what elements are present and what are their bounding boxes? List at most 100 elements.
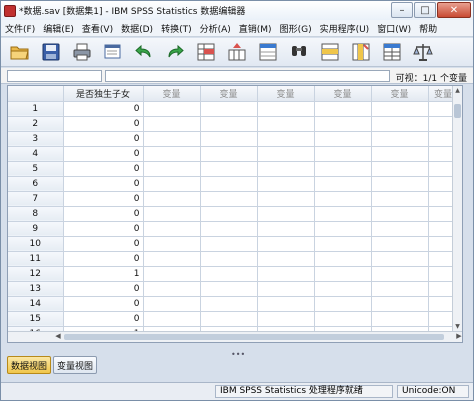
column-header-empty[interactable]: 变量 [257, 86, 315, 102]
empty-cell[interactable] [371, 221, 429, 237]
empty-cell[interactable] [314, 116, 372, 132]
tab-data-view[interactable]: 数据视图 [7, 356, 52, 374]
menu-utilities[interactable]: 实用程序(U) [316, 22, 374, 35]
column-header-empty[interactable]: 变量 [200, 86, 258, 102]
empty-cell[interactable] [257, 146, 315, 162]
empty-cell[interactable] [257, 206, 315, 222]
empty-cell[interactable] [257, 131, 315, 147]
data-cell[interactable]: 0 [63, 116, 144, 132]
empty-cell[interactable] [143, 236, 201, 252]
empty-cell[interactable] [200, 266, 258, 282]
scroll-left-icon[interactable]: ◀ [53, 332, 63, 342]
row-number[interactable]: 4 [8, 146, 64, 162]
menu-direct-marketing[interactable]: 直销(M) [235, 22, 276, 35]
tab-variable-view[interactable]: 变量视图 [53, 356, 98, 374]
insert-cases-icon[interactable] [319, 41, 341, 63]
empty-cell[interactable] [200, 191, 258, 207]
row-number[interactable]: 14 [8, 296, 64, 312]
goto-variable-icon[interactable] [226, 41, 248, 63]
empty-cell[interactable] [314, 161, 372, 177]
empty-cell[interactable] [371, 161, 429, 177]
empty-cell[interactable] [200, 221, 258, 237]
data-cell[interactable]: 0 [63, 206, 144, 222]
row-number[interactable]: 7 [8, 191, 64, 207]
data-cell[interactable]: 0 [63, 131, 144, 147]
data-cell[interactable]: 0 [63, 146, 144, 162]
empty-cell[interactable] [371, 116, 429, 132]
data-cell[interactable]: 0 [63, 296, 144, 312]
menu-edit[interactable]: 编辑(E) [39, 22, 78, 35]
row-number[interactable]: 11 [8, 251, 64, 267]
empty-cell[interactable] [257, 296, 315, 312]
empty-cell[interactable] [314, 191, 372, 207]
empty-cell[interactable] [314, 311, 372, 327]
empty-cell[interactable] [314, 266, 372, 282]
empty-cell[interactable] [314, 146, 372, 162]
empty-cell[interactable] [314, 236, 372, 252]
empty-cell[interactable] [314, 176, 372, 192]
empty-cell[interactable] [143, 146, 201, 162]
empty-cell[interactable] [143, 161, 201, 177]
open-folder-icon[interactable] [9, 41, 31, 63]
empty-cell[interactable] [200, 281, 258, 297]
scroll-right-icon[interactable]: ▶ [454, 332, 462, 342]
empty-cell[interactable] [371, 191, 429, 207]
empty-cell[interactable] [371, 146, 429, 162]
empty-cell[interactable] [257, 161, 315, 177]
empty-cell[interactable] [371, 281, 429, 297]
empty-cell[interactable] [143, 221, 201, 237]
close-button[interactable]: ✕ [437, 2, 471, 18]
vertical-scrollbar[interactable]: ▲ ▼ [452, 86, 462, 332]
empty-cell[interactable] [314, 221, 372, 237]
empty-cell[interactable] [143, 116, 201, 132]
save-icon[interactable] [40, 41, 62, 63]
column-header-variable[interactable]: 是否独生子女 [63, 86, 144, 102]
menu-graphs[interactable]: 图形(G) [276, 22, 316, 35]
empty-cell[interactable] [314, 296, 372, 312]
empty-cell[interactable] [257, 266, 315, 282]
menu-analyze[interactable]: 分析(A) [196, 22, 235, 35]
empty-cell[interactable] [257, 311, 315, 327]
data-cell[interactable]: 1 [63, 266, 144, 282]
row-number[interactable]: 12 [8, 266, 64, 282]
menu-help[interactable]: 帮助 [415, 22, 441, 35]
find-icon[interactable] [288, 41, 310, 63]
empty-cell[interactable] [143, 131, 201, 147]
scroll-down-icon[interactable]: ▼ [454, 323, 461, 331]
empty-cell[interactable] [143, 311, 201, 327]
empty-cell[interactable] [257, 191, 315, 207]
undo-icon[interactable] [133, 41, 155, 63]
minimize-button[interactable]: – [391, 2, 413, 18]
cell-reference-field[interactable] [7, 70, 102, 82]
empty-cell[interactable] [200, 311, 258, 327]
empty-cell[interactable] [257, 176, 315, 192]
empty-cell[interactable] [143, 281, 201, 297]
empty-cell[interactable] [371, 311, 429, 327]
empty-cell[interactable] [314, 251, 372, 267]
empty-cell[interactable] [143, 191, 201, 207]
empty-cell[interactable] [371, 101, 429, 117]
column-header-empty[interactable]: 变量 [143, 86, 201, 102]
column-header-empty[interactable]: 变量 [314, 86, 372, 102]
empty-cell[interactable] [200, 161, 258, 177]
empty-cell[interactable] [200, 296, 258, 312]
menu-file[interactable]: 文件(F) [1, 22, 39, 35]
empty-cell[interactable] [257, 116, 315, 132]
empty-cell[interactable] [314, 206, 372, 222]
horizontal-scrollbar[interactable]: ◀ ▶ [8, 331, 462, 342]
empty-cell[interactable] [314, 281, 372, 297]
variables-icon[interactable] [257, 41, 279, 63]
empty-cell[interactable] [200, 236, 258, 252]
grid-corner[interactable] [8, 86, 64, 102]
menu-data[interactable]: 数据(D) [117, 22, 157, 35]
empty-cell[interactable] [143, 296, 201, 312]
redo-icon[interactable] [164, 41, 186, 63]
data-cell[interactable]: 0 [63, 221, 144, 237]
menu-window[interactable]: 窗口(W) [373, 22, 415, 35]
empty-cell[interactable] [257, 281, 315, 297]
row-number[interactable]: 8 [8, 206, 64, 222]
data-cell[interactable]: 0 [63, 161, 144, 177]
empty-cell[interactable] [143, 101, 201, 117]
row-number[interactable]: 9 [8, 221, 64, 237]
empty-cell[interactable] [257, 251, 315, 267]
